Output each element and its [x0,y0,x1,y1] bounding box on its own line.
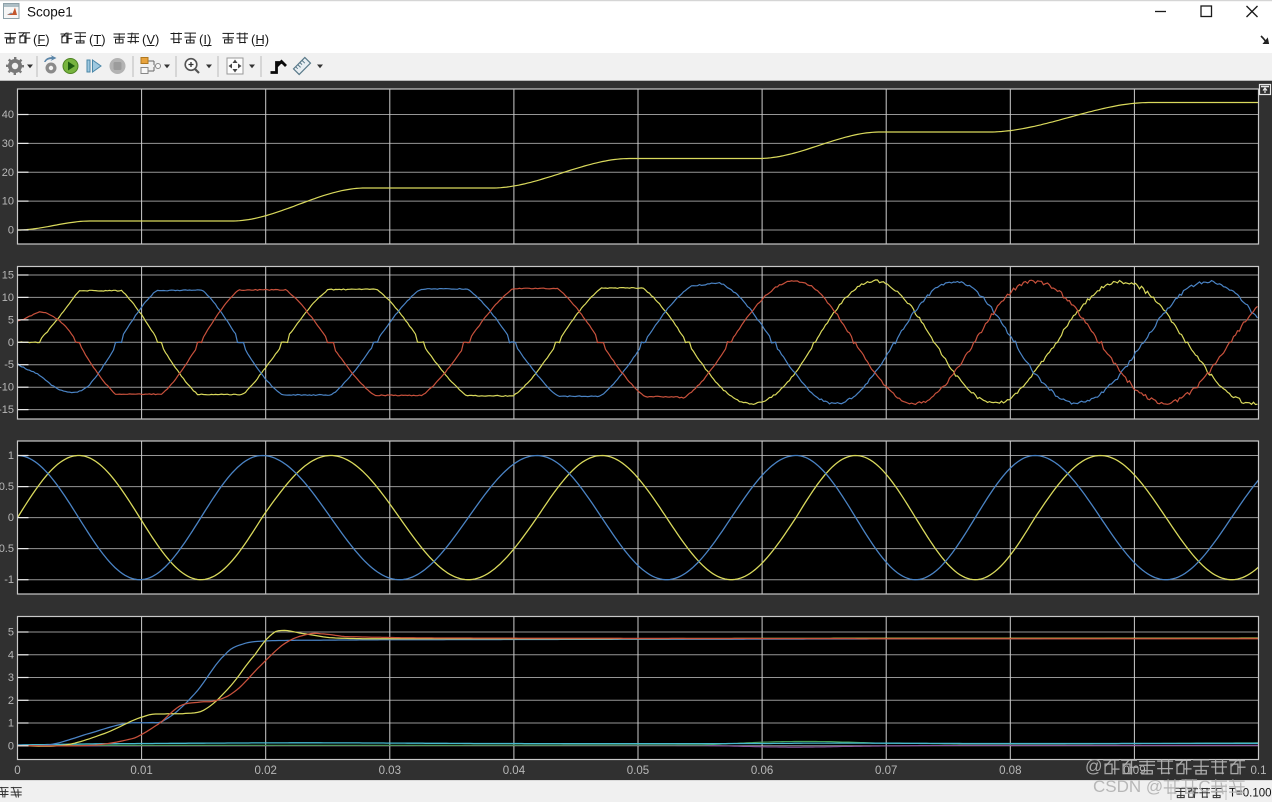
svg-text:(I): (I) [199,32,211,47]
svg-text:2: 2 [8,695,14,707]
svg-text:0.5: 0.5 [0,481,14,493]
svg-text:CSDN @: CSDN @ [1093,777,1163,796]
svg-text:10: 10 [2,196,14,208]
svg-text:0.04: 0.04 [503,765,526,777]
svg-text:0.03: 0.03 [379,765,401,777]
svg-text:30: 30 [2,138,14,150]
svg-text:0.02: 0.02 [255,765,277,777]
svg-text:20: 20 [2,167,14,179]
svg-text:0.05: 0.05 [627,765,649,777]
svg-text:C: C [1198,777,1210,796]
svg-text:(H): (H) [251,32,269,47]
svg-text:-5: -5 [4,359,14,371]
svg-text:0.06: 0.06 [751,765,773,777]
svg-text:-1: -1 [4,574,14,586]
svg-text:-10: -10 [0,382,14,394]
svg-text:10: 10 [2,292,14,304]
svg-text:40: 40 [2,109,14,121]
svg-text:0: 0 [8,740,14,752]
svg-text:0.07: 0.07 [875,765,897,777]
svg-text:5: 5 [8,314,14,326]
svg-text:4: 4 [8,649,14,661]
svg-text:0: 0 [8,337,14,349]
svg-text:15: 15 [2,270,14,282]
svg-text:0: 0 [8,225,14,237]
svg-text:0: 0 [8,512,14,524]
svg-text:(V): (V) [142,32,159,47]
svg-text:Scope1: Scope1 [27,5,73,20]
svg-text:5: 5 [8,627,14,639]
svg-text:0: 0 [14,765,20,777]
svg-text:(F): (F) [33,32,50,47]
svg-text:-0.5: -0.5 [0,543,14,555]
svg-text:@: @ [1085,756,1103,776]
svg-text:1: 1 [8,718,14,730]
svg-text:1: 1 [8,450,14,462]
svg-text:-15: -15 [0,404,14,416]
svg-text:3: 3 [8,672,14,684]
svg-text:(T): (T) [89,32,106,47]
svg-text:0.01: 0.01 [130,765,152,777]
